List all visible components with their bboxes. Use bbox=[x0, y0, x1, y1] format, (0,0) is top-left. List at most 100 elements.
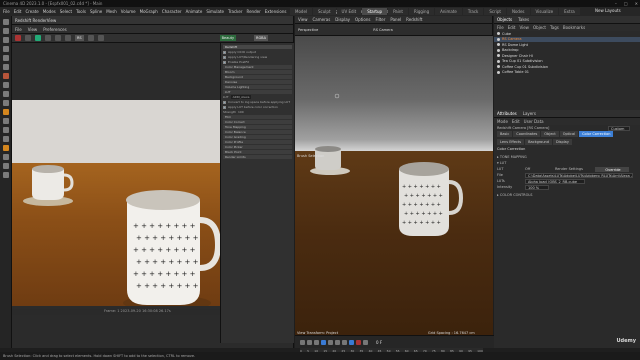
close-icon[interactable]: ✕ bbox=[635, 1, 638, 6]
viewport-menu-2[interactable]: Display bbox=[335, 17, 350, 22]
lut-check-1[interactable]: Apply LUT before color correction bbox=[223, 105, 292, 109]
go-end-icon[interactable] bbox=[342, 339, 347, 345]
settings-section-13[interactable]: Black Point bbox=[223, 150, 292, 154]
attributes-menu-2[interactable]: User Data bbox=[524, 119, 544, 124]
settings-section-2[interactable]: Background bbox=[223, 75, 292, 79]
menu-item-6[interactable]: Spline bbox=[90, 9, 102, 14]
settings-section-7[interactable]: Color Correct bbox=[223, 120, 292, 124]
menu-item-3[interactable]: Modes bbox=[43, 9, 56, 14]
current-frame[interactable]: 0 F bbox=[376, 340, 382, 345]
go-start-icon[interactable] bbox=[300, 339, 305, 345]
settings-section-11[interactable]: Color Profile bbox=[223, 140, 292, 144]
edges-mode-icon[interactable] bbox=[2, 91, 9, 97]
checkbox-icon[interactable] bbox=[223, 50, 226, 54]
menu-item-2[interactable]: Create bbox=[25, 9, 38, 14]
settings-check-1[interactable]: Apply LUT/Rendering view bbox=[223, 55, 292, 59]
preset-dropdown[interactable]: Custom bbox=[608, 125, 630, 131]
next-frame-icon[interactable] bbox=[328, 339, 333, 345]
snap-icon[interactable] bbox=[2, 127, 9, 133]
attributes-tab-0[interactable]: Attributes bbox=[497, 111, 517, 116]
layout-tab-6[interactable]: Animate bbox=[435, 8, 462, 15]
intensity-field[interactable]: 100 % bbox=[525, 184, 549, 190]
lut-strength-value[interactable]: 100 bbox=[238, 110, 244, 114]
viewport-menu-3[interactable]: Options bbox=[355, 17, 370, 22]
menu-item-15[interactable]: Extensions bbox=[265, 9, 287, 14]
checkbox-icon[interactable] bbox=[223, 105, 226, 109]
color-controls-header[interactable]: ▸ COLOR CONTROLS bbox=[494, 192, 640, 198]
fit-icon[interactable] bbox=[97, 35, 104, 41]
layout-tab-10[interactable]: Visualize bbox=[530, 8, 559, 15]
layout-tab-8[interactable]: Script bbox=[484, 8, 506, 15]
viewport-name[interactable]: Perspective bbox=[298, 28, 318, 32]
menu-item-12[interactable]: Simulate bbox=[206, 9, 224, 14]
brush-icon[interactable] bbox=[2, 109, 9, 115]
attribute-subtab-6[interactable]: Background bbox=[525, 138, 552, 145]
checkbox-icon[interactable] bbox=[223, 100, 226, 104]
layout-tab-5[interactable]: Rigging bbox=[408, 8, 435, 15]
settings-section-14[interactable]: Render Limits bbox=[223, 155, 292, 159]
zoom-icon[interactable] bbox=[87, 35, 94, 41]
minimize-icon[interactable]: – bbox=[615, 1, 617, 6]
lut-file-field[interactable]: C:\Data\Assets\LUTs\Adobe\LUTs\Adoberp_R… bbox=[525, 172, 633, 178]
renderview-menu-1[interactable]: View bbox=[28, 27, 38, 32]
viewport-menu-1[interactable]: Cameras bbox=[313, 17, 331, 22]
attribute-subtab-1[interactable]: Coordinates bbox=[513, 131, 541, 138]
layout-tab-11[interactable]: Extra bbox=[559, 8, 580, 15]
rotate-icon[interactable] bbox=[2, 64, 9, 70]
lut-off-option[interactable]: Off bbox=[525, 167, 555, 171]
settings-section-9[interactable]: Color Balance bbox=[223, 130, 292, 134]
scale-icon[interactable] bbox=[2, 55, 9, 61]
attribute-subtab-7[interactable]: Display bbox=[552, 138, 572, 145]
redo-icon[interactable] bbox=[2, 28, 9, 34]
viewport-canvas[interactable]: + + + + + + + + + + + + + + + + + + + + … bbox=[295, 36, 493, 339]
layout-tab-0[interactable]: Model bbox=[290, 8, 313, 15]
checkbox-icon[interactable] bbox=[223, 55, 226, 59]
settings-section-5[interactable]: LUT bbox=[223, 90, 292, 94]
objects-menu-5[interactable]: Bookmarks bbox=[563, 25, 585, 30]
record-icon[interactable] bbox=[2, 73, 9, 79]
menu-item-10[interactable]: Character bbox=[162, 9, 182, 14]
luts-field[interactable]: Alpha Ipad_JOBS_2_RB.cube bbox=[525, 178, 585, 184]
menu-item-14[interactable]: Render bbox=[246, 9, 260, 14]
menu-item-11[interactable]: Animate bbox=[186, 9, 203, 14]
attributes-menu-0[interactable]: Mode bbox=[497, 119, 508, 124]
render-icon[interactable] bbox=[25, 35, 31, 41]
menu-item-8[interactable]: Volume bbox=[121, 9, 136, 14]
attribute-subtab-4[interactable]: Color Correction bbox=[579, 131, 614, 138]
layout-tab-1[interactable]: Sculpt bbox=[313, 8, 336, 15]
layout-tab-7[interactable]: Track bbox=[462, 8, 484, 15]
settings-section-8[interactable]: Tone Mapping bbox=[223, 125, 292, 129]
renderview-menu-0[interactable]: File bbox=[15, 27, 22, 32]
objects-menu-0[interactable]: File bbox=[497, 25, 504, 30]
knife-icon[interactable] bbox=[2, 118, 9, 124]
attribute-subtab-3[interactable]: Optical bbox=[559, 131, 579, 138]
attribute-subtab-2[interactable]: Object bbox=[541, 131, 559, 138]
viewport-menu-5[interactable]: Panel bbox=[390, 17, 401, 22]
lut-value[interactable]: ARRI_Alexa bbox=[230, 95, 252, 99]
attributes-menu-1[interactable]: Edit bbox=[512, 119, 520, 124]
paint-icon[interactable] bbox=[2, 145, 9, 151]
layout-tab-3[interactable]: Startup bbox=[362, 8, 388, 15]
menu-item-7[interactable]: Mesh bbox=[106, 9, 117, 14]
menu-item-0[interactable]: File bbox=[3, 9, 10, 14]
autokey-icon[interactable] bbox=[363, 339, 368, 345]
attribute-subtab-0[interactable]: Basic bbox=[497, 131, 513, 138]
renderview-badge-left[interactable]: RS bbox=[75, 35, 84, 41]
viewport-menu-4[interactable]: Filter bbox=[375, 17, 385, 22]
save-icon[interactable] bbox=[55, 35, 61, 41]
select-icon[interactable] bbox=[2, 37, 9, 43]
objects-menu-1[interactable]: Edit bbox=[508, 25, 516, 30]
lut-check-0[interactable]: Convert to log space before applying LUT bbox=[223, 100, 292, 104]
settings-section-12[interactable]: Color Picker bbox=[223, 145, 292, 149]
aov-selector[interactable]: Beauty bbox=[219, 35, 237, 41]
maximize-icon[interactable]: □ bbox=[624, 1, 628, 6]
objects-menu-2[interactable]: View bbox=[519, 25, 529, 30]
stop-render-icon[interactable] bbox=[15, 35, 21, 41]
next-key-icon[interactable] bbox=[335, 339, 340, 345]
viewport-menu-6[interactable]: Redshift bbox=[406, 17, 422, 22]
objects-menu-3[interactable]: Object bbox=[533, 25, 546, 30]
menu-item-5[interactable]: Tools bbox=[76, 9, 86, 14]
compare-icon[interactable] bbox=[65, 35, 71, 41]
settings-section-1[interactable]: Bloom bbox=[223, 70, 292, 74]
lut-override-option[interactable]: Override bbox=[595, 166, 629, 172]
